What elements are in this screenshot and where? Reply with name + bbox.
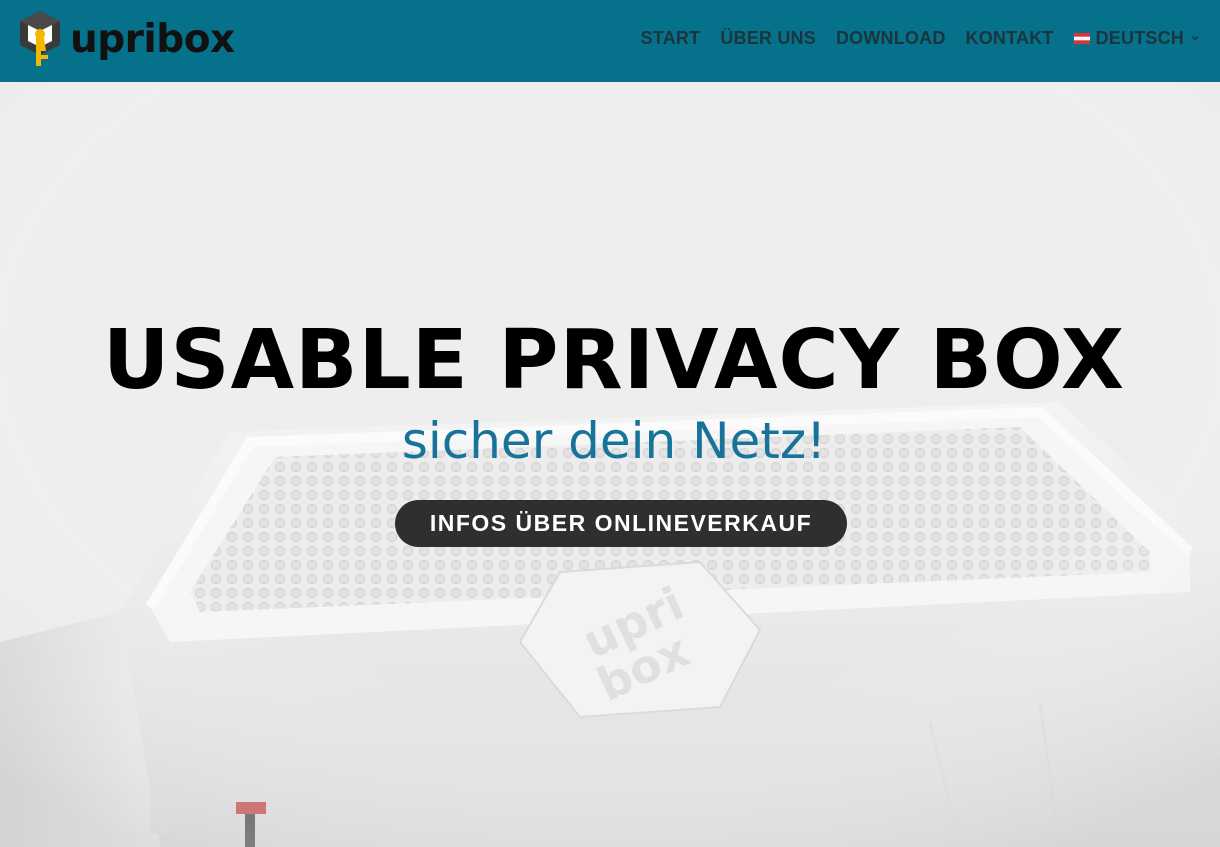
language-selector[interactable]: DEUTSCH — [1073, 27, 1200, 49]
nav-download[interactable]: DOWNLOAD — [836, 28, 946, 49]
site-header: upribox START ÜBER UNS DOWNLOAD KONTAKT … — [0, 0, 1220, 82]
chevron-down-icon — [1191, 36, 1199, 41]
nav-kontakt[interactable]: KONTAKT — [966, 28, 1054, 49]
upribox-logo-icon — [20, 11, 60, 66]
logo-link[interactable]: upribox — [18, 9, 235, 67]
infos-onlineverkauf-button[interactable]: INFOS ÜBER ONLINEVERKAUF — [394, 500, 848, 547]
logo-text: upribox — [70, 16, 235, 62]
language-label: DEUTSCH — [1095, 27, 1184, 48]
cta-container: INFOS ÜBER ONLINEVERKAUF — [0, 500, 1220, 547]
nav-start[interactable]: START — [641, 28, 701, 49]
main-nav: START ÜBER UNS DOWNLOAD KONTAKT DEUTSCH — [621, 0, 1200, 76]
hero-section: upri box USABLE PRIVACY BOX sicher dein … — [0, 82, 1220, 847]
hero-subtitle: sicher dein Netz! — [401, 412, 827, 470]
page: upribox START ÜBER UNS DOWNLOAD KONTAKT … — [0, 0, 1220, 847]
nav-uber-uns[interactable]: ÜBER UNS — [720, 28, 816, 49]
austria-flag-icon — [1073, 32, 1090, 44]
hero-title: USABLE PRIVACY BOX — [102, 313, 1126, 408]
